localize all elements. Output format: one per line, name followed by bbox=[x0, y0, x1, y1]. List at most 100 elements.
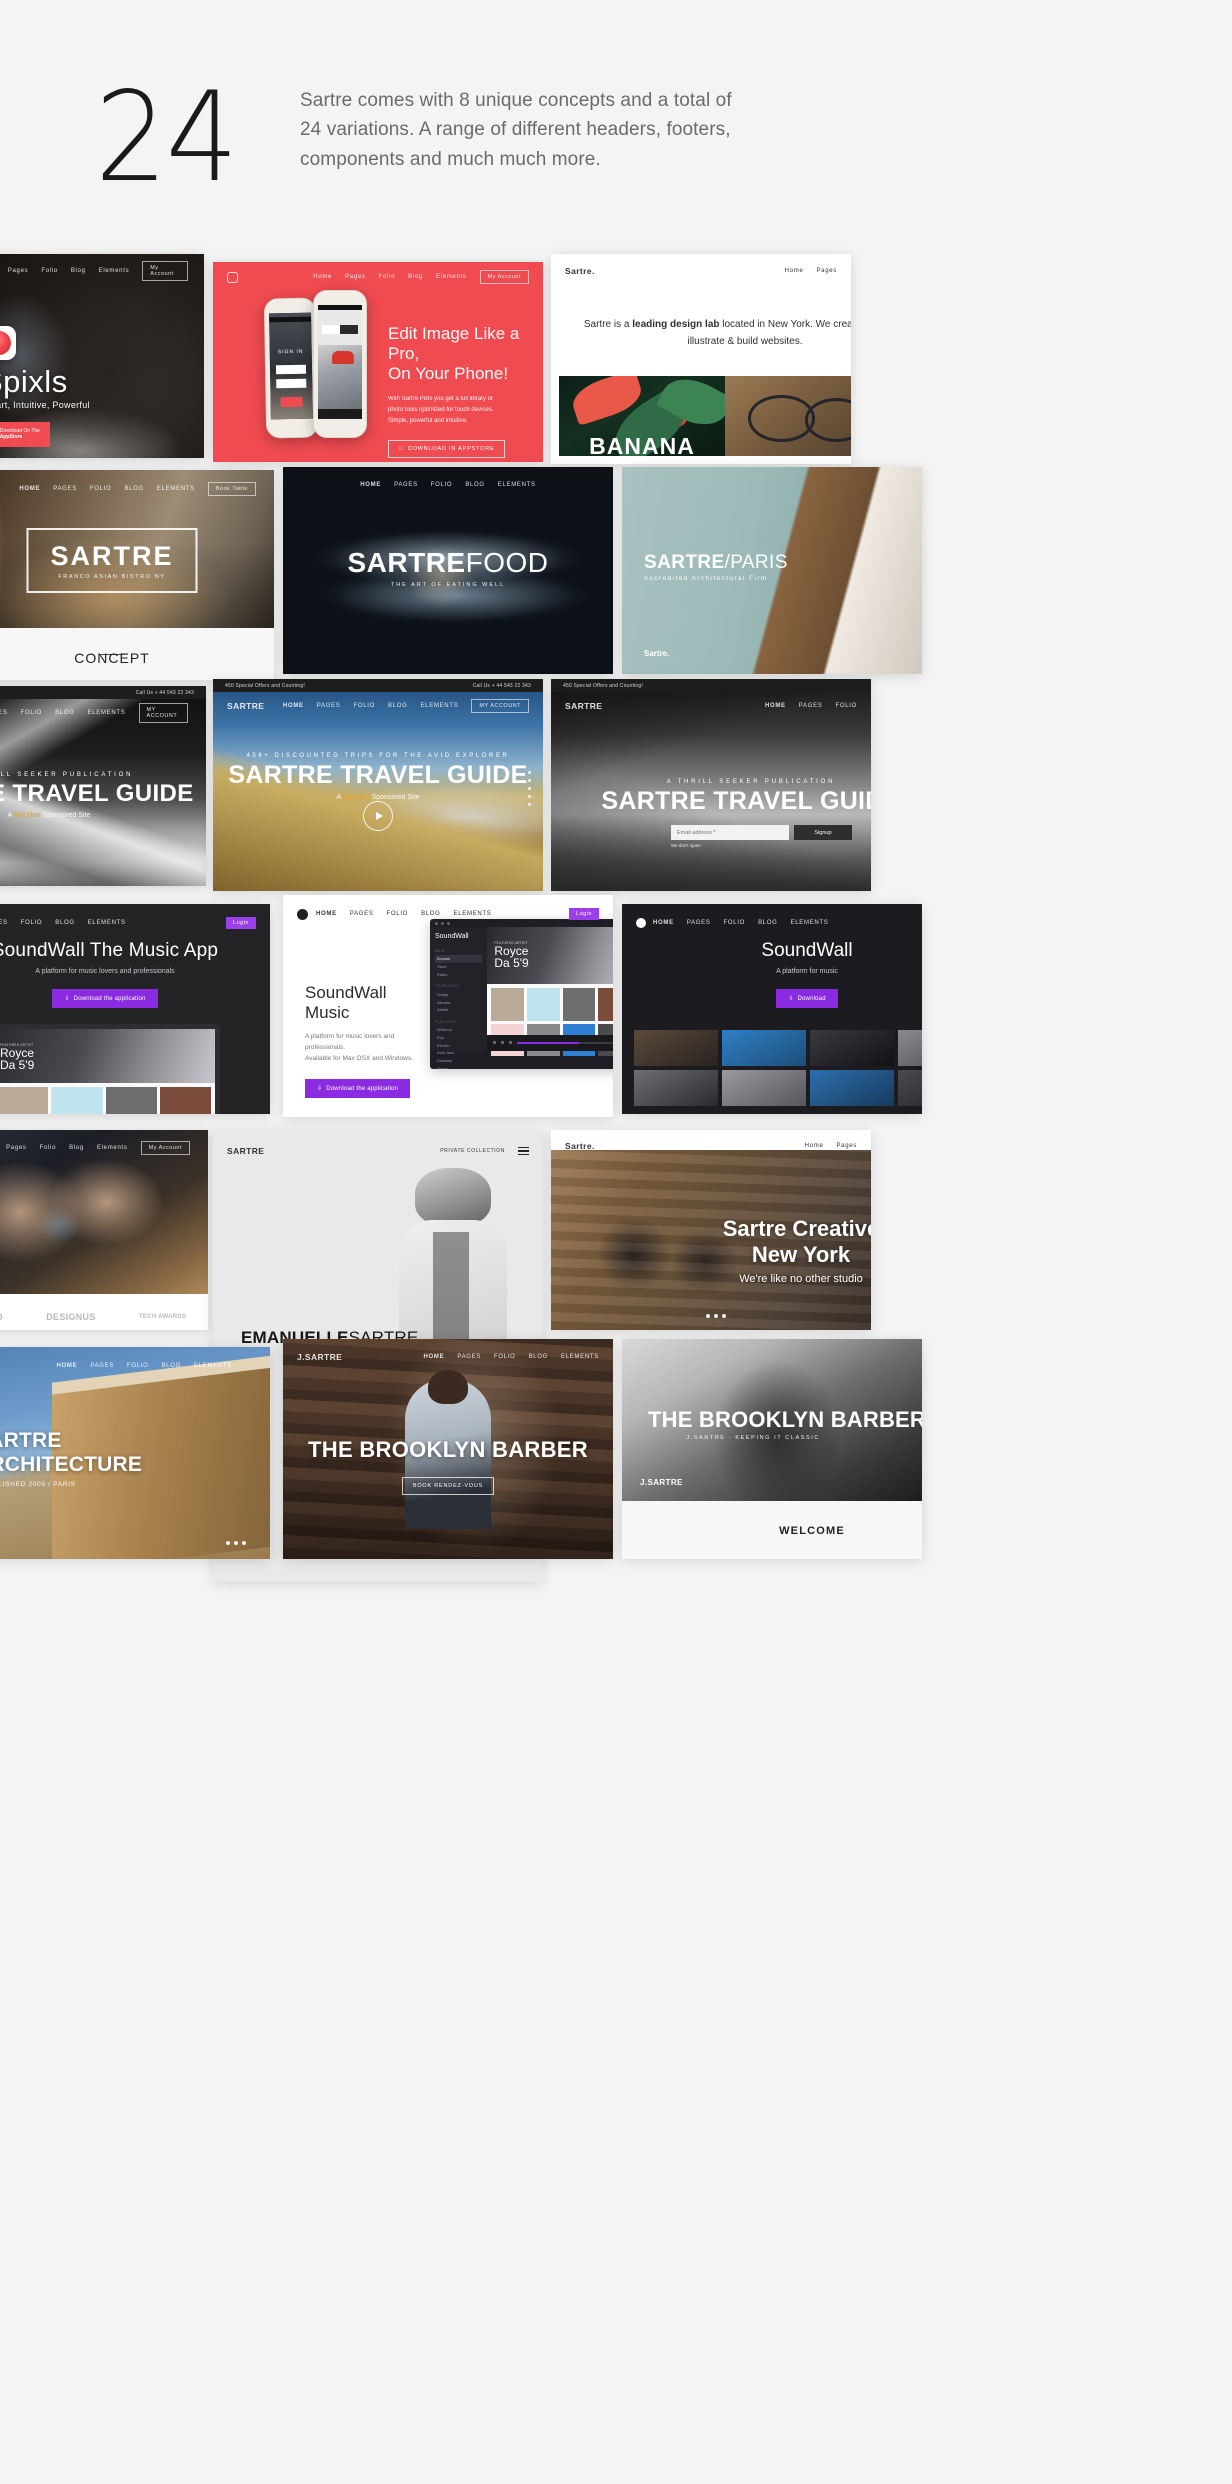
next-icon[interactable] bbox=[509, 1041, 513, 1045]
nav-elements[interactable]: ELEMENTS bbox=[194, 1363, 232, 1369]
nav-elements[interactable]: ELEMENTS bbox=[88, 920, 126, 926]
photo-tile[interactable] bbox=[634, 1030, 718, 1066]
nav-pages[interactable]: PAGES bbox=[687, 920, 711, 926]
album-tile[interactable] bbox=[491, 988, 525, 1021]
signup-button[interactable]: Signup bbox=[794, 825, 852, 840]
play-icon[interactable] bbox=[501, 1041, 505, 1045]
slider-dots[interactable] bbox=[528, 771, 531, 806]
soundwall-logo-icon[interactable] bbox=[636, 918, 646, 928]
sidebar-item-songs[interactable]: Songs bbox=[435, 990, 482, 998]
prev-icon[interactable] bbox=[493, 1041, 497, 1045]
nav-home[interactable]: HOME bbox=[316, 911, 337, 917]
nav-home[interactable]: HOME bbox=[424, 1354, 445, 1360]
nav-pages[interactable]: PAGES bbox=[0, 710, 8, 716]
nav-pages[interactable]: PAGES bbox=[394, 482, 418, 488]
card-travel-snow[interactable]: Call Us + 44 543 22 343 HOME PAGES FOLIO… bbox=[0, 686, 206, 886]
brand-sartre[interactable]: Sartre. bbox=[565, 1141, 595, 1151]
nav-home[interactable]: Home bbox=[805, 1143, 824, 1149]
portfolio-bike[interactable] bbox=[725, 376, 851, 456]
nav-folio[interactable]: FOLIO bbox=[353, 703, 375, 709]
card-soundwall-app[interactable]: PAGES FOLIO BLOG ELEMENTS Login SoundWal… bbox=[0, 904, 270, 1114]
nav-elements[interactable]: ELEMENTS bbox=[420, 703, 458, 709]
brand-sartre[interactable]: SARTRE bbox=[565, 701, 602, 711]
nav-folio[interactable]: FOLIO bbox=[21, 920, 43, 926]
private-collection-link[interactable]: PRIVATE COLLECTION bbox=[440, 1148, 505, 1154]
album-tile[interactable] bbox=[598, 988, 613, 1021]
nav-blog[interactable]: BLOG bbox=[388, 703, 407, 709]
nav-home[interactable]: HOME bbox=[283, 703, 304, 709]
nav-blog[interactable]: BLOG bbox=[465, 482, 484, 488]
download-button[interactable]: ⇩ Download bbox=[776, 989, 838, 1008]
nav-home[interactable]: HOME bbox=[57, 1363, 78, 1369]
my-account-button[interactable]: My Account bbox=[140, 1141, 190, 1155]
brand-sartre[interactable]: Sartre. bbox=[565, 266, 595, 276]
nav-blog[interactable]: Blog bbox=[408, 274, 423, 280]
nav-pages[interactable]: Pages bbox=[836, 1143, 857, 1149]
brand-sartre[interactable]: SARTRE bbox=[227, 701, 264, 711]
nav-folio[interactable]: FOLIO bbox=[431, 482, 453, 488]
nav-folio[interactable]: FOLIO bbox=[387, 911, 409, 917]
card-travel-mountain[interactable]: 450 Special Offers and Counting! Call Us… bbox=[213, 679, 543, 891]
nav-home[interactable]: Home bbox=[313, 274, 332, 280]
sidebar-item-artists[interactable]: Artists bbox=[435, 1006, 482, 1014]
card-soundwall-dark[interactable]: HOME PAGES FOLIO BLOG ELEMENTS SoundWall… bbox=[622, 904, 922, 1114]
nav-pages[interactable]: PAGES bbox=[90, 1363, 114, 1369]
password-field[interactable] bbox=[276, 378, 307, 389]
playlist-dubstep[interactable]: Dubstep bbox=[435, 1057, 482, 1065]
playlist-house[interactable]: House bbox=[435, 1065, 482, 1069]
photo-tile[interactable] bbox=[810, 1070, 894, 1106]
nav-folio[interactable]: FOLIO bbox=[494, 1354, 516, 1360]
my-account-button[interactable]: MY ACCOUNT bbox=[138, 703, 188, 723]
topbar-phone[interactable]: Call Us + 44 543 22 343 bbox=[473, 683, 531, 689]
album-tile[interactable] bbox=[562, 988, 596, 1021]
brand-jsartre[interactable]: J.SARTRE bbox=[297, 1352, 342, 1362]
my-account-button[interactable]: MY ACCOUNT bbox=[471, 699, 529, 713]
album-tile[interactable] bbox=[527, 988, 560, 1021]
my-account-button[interactable]: My Account bbox=[142, 261, 188, 281]
nav-pages[interactable]: PAGES bbox=[350, 911, 374, 917]
card-travel-cliff[interactable]: 450 Special Offers and Counting! SARTRE … bbox=[551, 679, 871, 891]
photo-tile[interactable] bbox=[722, 1070, 806, 1106]
email-input[interactable]: Email address * bbox=[671, 825, 789, 840]
nav-home[interactable]: HOME bbox=[360, 482, 381, 488]
card-spixls[interactable]: Home Pages Folio Blog Elements My Accoun… bbox=[0, 254, 204, 458]
book-table-button[interactable]: Book Table bbox=[207, 482, 256, 496]
card-soundwall-music[interactable]: HOME PAGES FOLIO BLOG ELEMENTS Login Sou… bbox=[283, 895, 613, 1117]
username-field[interactable] bbox=[275, 364, 307, 375]
sidebar-item-browse[interactable]: Browse bbox=[435, 955, 483, 963]
nav-pages[interactable]: PAGES bbox=[0, 920, 8, 926]
nav-folio[interactable]: Folio bbox=[41, 268, 58, 274]
nav-blog[interactable]: Blog bbox=[69, 1145, 84, 1151]
nav-home[interactable]: HOME bbox=[765, 703, 786, 709]
nav-folio[interactable]: FOLIO bbox=[835, 703, 857, 709]
my-account-button[interactable]: My Account bbox=[479, 270, 529, 284]
start-editing-button[interactable] bbox=[280, 396, 303, 408]
soundwall-player[interactable] bbox=[487, 1034, 613, 1051]
card-creative-ny[interactable]: Sartre. Home Pages Sartre Creative New Y… bbox=[551, 1130, 871, 1330]
nav-folio[interactable]: FOLIO bbox=[724, 920, 746, 926]
nav-home[interactable]: Home bbox=[785, 268, 804, 274]
nav-blog[interactable]: BLOG bbox=[55, 920, 74, 926]
nav-elements[interactable]: Elements bbox=[99, 268, 130, 274]
nav-folio[interactable]: FOLIO bbox=[21, 710, 43, 716]
nav-blog[interactable]: BLOG bbox=[529, 1354, 548, 1360]
nav-blog[interactable]: BLOG bbox=[124, 486, 143, 492]
album-tile[interactable] bbox=[159, 1087, 211, 1114]
book-rendezvous-button[interactable]: BOOK RENDEZ-VOUS bbox=[401, 1477, 495, 1495]
nav-pages[interactable]: PAGES bbox=[317, 703, 341, 709]
nav-folio[interactable]: Folio bbox=[40, 1145, 57, 1151]
slider-dots[interactable] bbox=[706, 1314, 726, 1318]
nav-blog[interactable]: BLOG bbox=[162, 1363, 181, 1369]
card-architecture[interactable]: HOME PAGES FOLIO BLOG ELEMENTS SARTRE AR… bbox=[0, 1347, 270, 1559]
nav-elements[interactable]: Elements bbox=[97, 1145, 128, 1151]
nav-pages[interactable]: Pages bbox=[6, 1145, 27, 1151]
progress-bar[interactable] bbox=[517, 1041, 613, 1045]
nav-folio[interactable]: FOLIO bbox=[127, 1363, 149, 1369]
nav-pages[interactable]: Pages bbox=[345, 274, 366, 280]
nav-elements[interactable]: ELEMENTS bbox=[561, 1354, 599, 1360]
album-tile[interactable] bbox=[51, 1087, 103, 1114]
album-tile[interactable] bbox=[105, 1087, 157, 1114]
topbar-phone[interactable]: Call Us + 44 543 22 343 bbox=[136, 690, 194, 696]
photo-tile[interactable] bbox=[810, 1030, 894, 1066]
nav-elements[interactable]: ELEMENTS bbox=[88, 710, 126, 716]
